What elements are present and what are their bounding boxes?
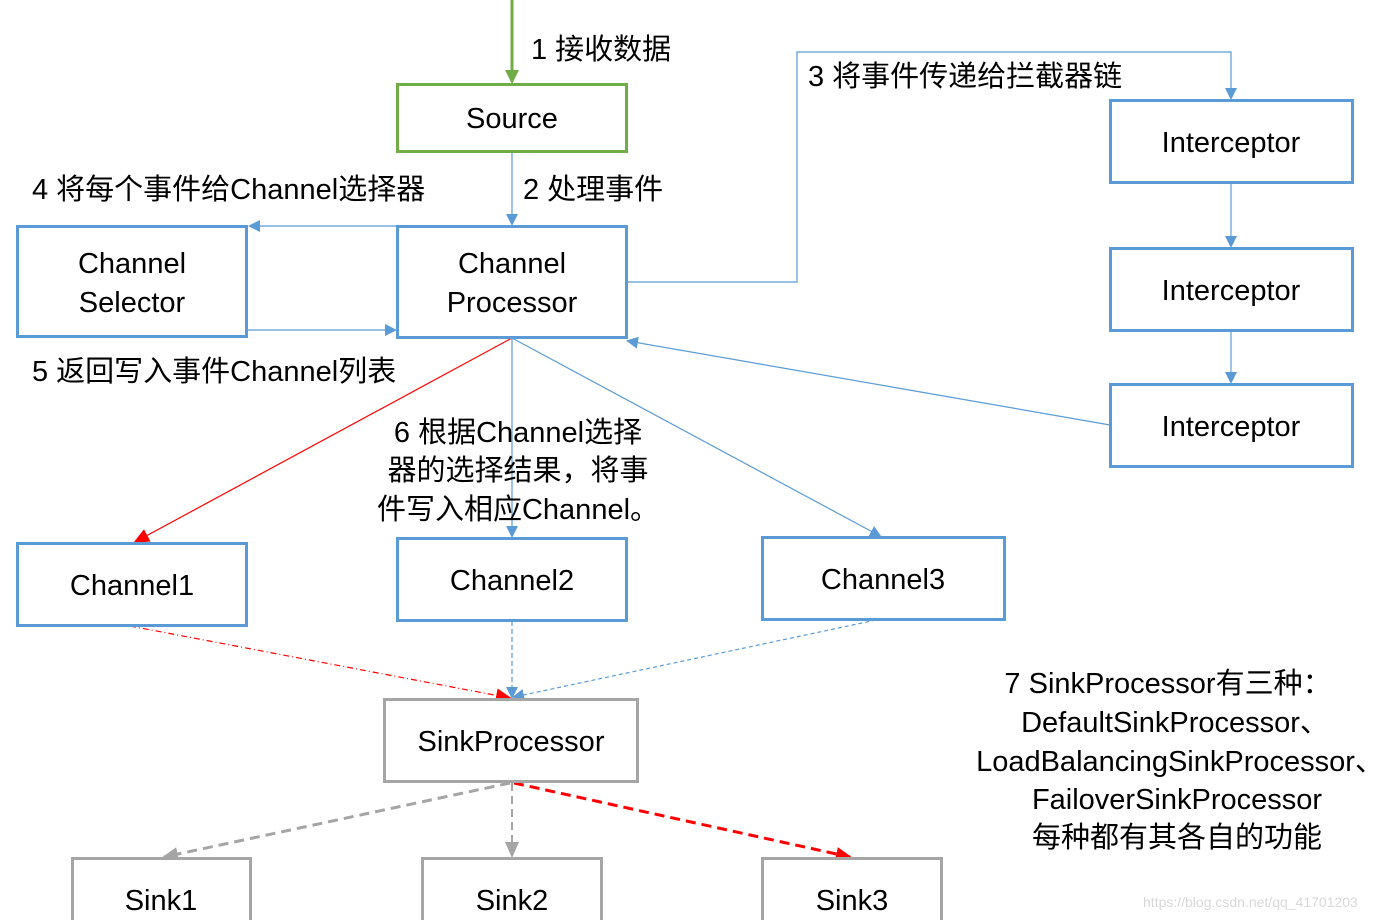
channel3-node: Channel3 [761, 536, 1006, 621]
sink1-node: Sink1 [71, 857, 252, 920]
interceptor-label: Interceptor [1162, 275, 1301, 307]
channel-selector-node: Channel Selector [16, 225, 248, 338]
step7-line: DefaultSinkProcessor、 [1021, 707, 1329, 739]
source-label: Source [466, 103, 558, 135]
channel3-label: Channel3 [821, 564, 945, 596]
step2-label: 2 处理事件 [523, 173, 663, 206]
step7-line: LoadBalancingSinkProcessor、 [976, 746, 1384, 778]
channel-processor-label-line1: Channel [458, 248, 566, 280]
arrow-sinkprocessor-sink1 [162, 781, 511, 861]
sink2-label: Sink2 [476, 885, 549, 917]
step6-line: 件写入相应Channel。 [377, 493, 659, 526]
channel2-label: Channel2 [450, 565, 574, 597]
channel1-label: Channel1 [70, 570, 194, 602]
source-node: Source [396, 83, 628, 153]
step6-line: 器的选择结果，将事 [387, 454, 648, 487]
interceptor-node-3: Interceptor [1109, 383, 1354, 468]
arrow-channel1-sinkprocessor [129, 625, 512, 703]
step7-line: 每种都有其各自的功能 [1032, 821, 1322, 854]
channel-processor-node: Channel Processor [396, 225, 628, 339]
channel-selector-label-line2: Selector [79, 287, 186, 319]
sink3-label: Sink3 [816, 885, 889, 917]
step6-label: 6 根据Channel选择 器的选择结果，将事 件写入相应Channel。 [377, 416, 659, 526]
channel-selector-label-line1: Channel [78, 248, 186, 280]
arrow-sinkprocessor-sink3 [513, 781, 852, 861]
interceptor-label: Interceptor [1162, 411, 1301, 443]
sink2-node: Sink2 [421, 857, 603, 920]
channel1-node: Channel1 [16, 542, 248, 627]
watermark: https://blog.csdn.net/qq_41701203 [1143, 894, 1358, 910]
sink-processor-node: SinkProcessor [383, 698, 639, 783]
sink1-label: Sink1 [125, 885, 198, 917]
channel2-node: Channel2 [396, 537, 628, 622]
interceptor-label: Interceptor [1162, 127, 1301, 159]
step6-line: 6 根据Channel选择 [394, 416, 642, 449]
step5-label: 5 返回写入事件Channel列表 [32, 355, 396, 388]
channel-processor-label-line2: Processor [447, 287, 578, 319]
step4-label: 4 将每个事件给Channel选择器 [32, 173, 425, 206]
step1-label: 1 接收数据 [531, 33, 671, 66]
interceptor-node-1: Interceptor [1109, 99, 1354, 184]
arrow-interceptor-return [626, 336, 1111, 426]
step7-line: FailoverSinkProcessor [1032, 784, 1322, 816]
sink-processor-label: SinkProcessor [418, 726, 605, 758]
interceptor-node-2: Interceptor [1109, 247, 1354, 332]
step3-label: 3 将事件传递给拦截器链 [808, 60, 1122, 93]
flume-architecture-diagram: Source Channel Selector Channel Processo… [16, 0, 1384, 920]
sink3-node: Sink3 [761, 857, 943, 920]
step7-label: 7 SinkProcessor有三种： DefaultSinkProcessor… [976, 667, 1384, 854]
arrow-channel3-sinkprocessor [512, 619, 877, 701]
step7-line: 7 SinkProcessor有三种： [1004, 667, 1331, 700]
